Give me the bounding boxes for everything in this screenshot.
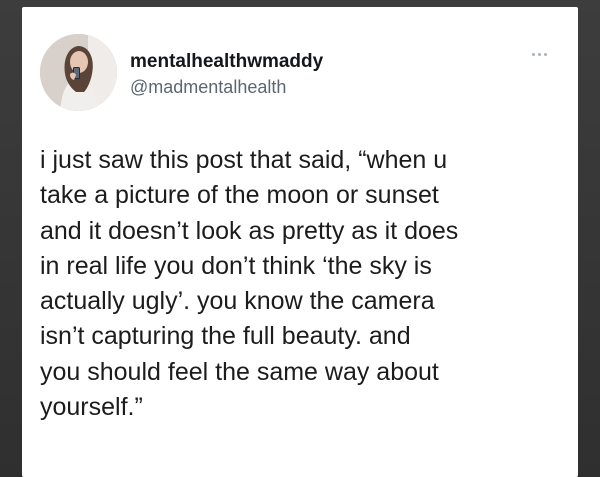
author-display-name[interactable]: mentalhealthwmaddy xyxy=(130,51,323,73)
screenshot-frame: mentalhealthwmaddy @madmentalhealth i ju… xyxy=(0,0,600,477)
dot xyxy=(544,53,547,57)
tweet-card: mentalhealthwmaddy @madmentalhealth i ju… xyxy=(22,7,578,477)
dot xyxy=(538,53,541,57)
author-handle[interactable]: @madmentalhealth xyxy=(130,75,323,99)
tweet-text: i just saw this post that said, “when u … xyxy=(40,146,459,422)
profile-photo-icon xyxy=(40,34,117,111)
dot xyxy=(532,53,535,57)
tweet-header: mentalhealthwmaddy @madmentalhealth xyxy=(40,34,560,114)
more-dots-icon[interactable] xyxy=(532,46,558,58)
author-names: mentalhealthwmaddy @madmentalhealth xyxy=(130,51,323,99)
avatar[interactable] xyxy=(40,34,117,111)
